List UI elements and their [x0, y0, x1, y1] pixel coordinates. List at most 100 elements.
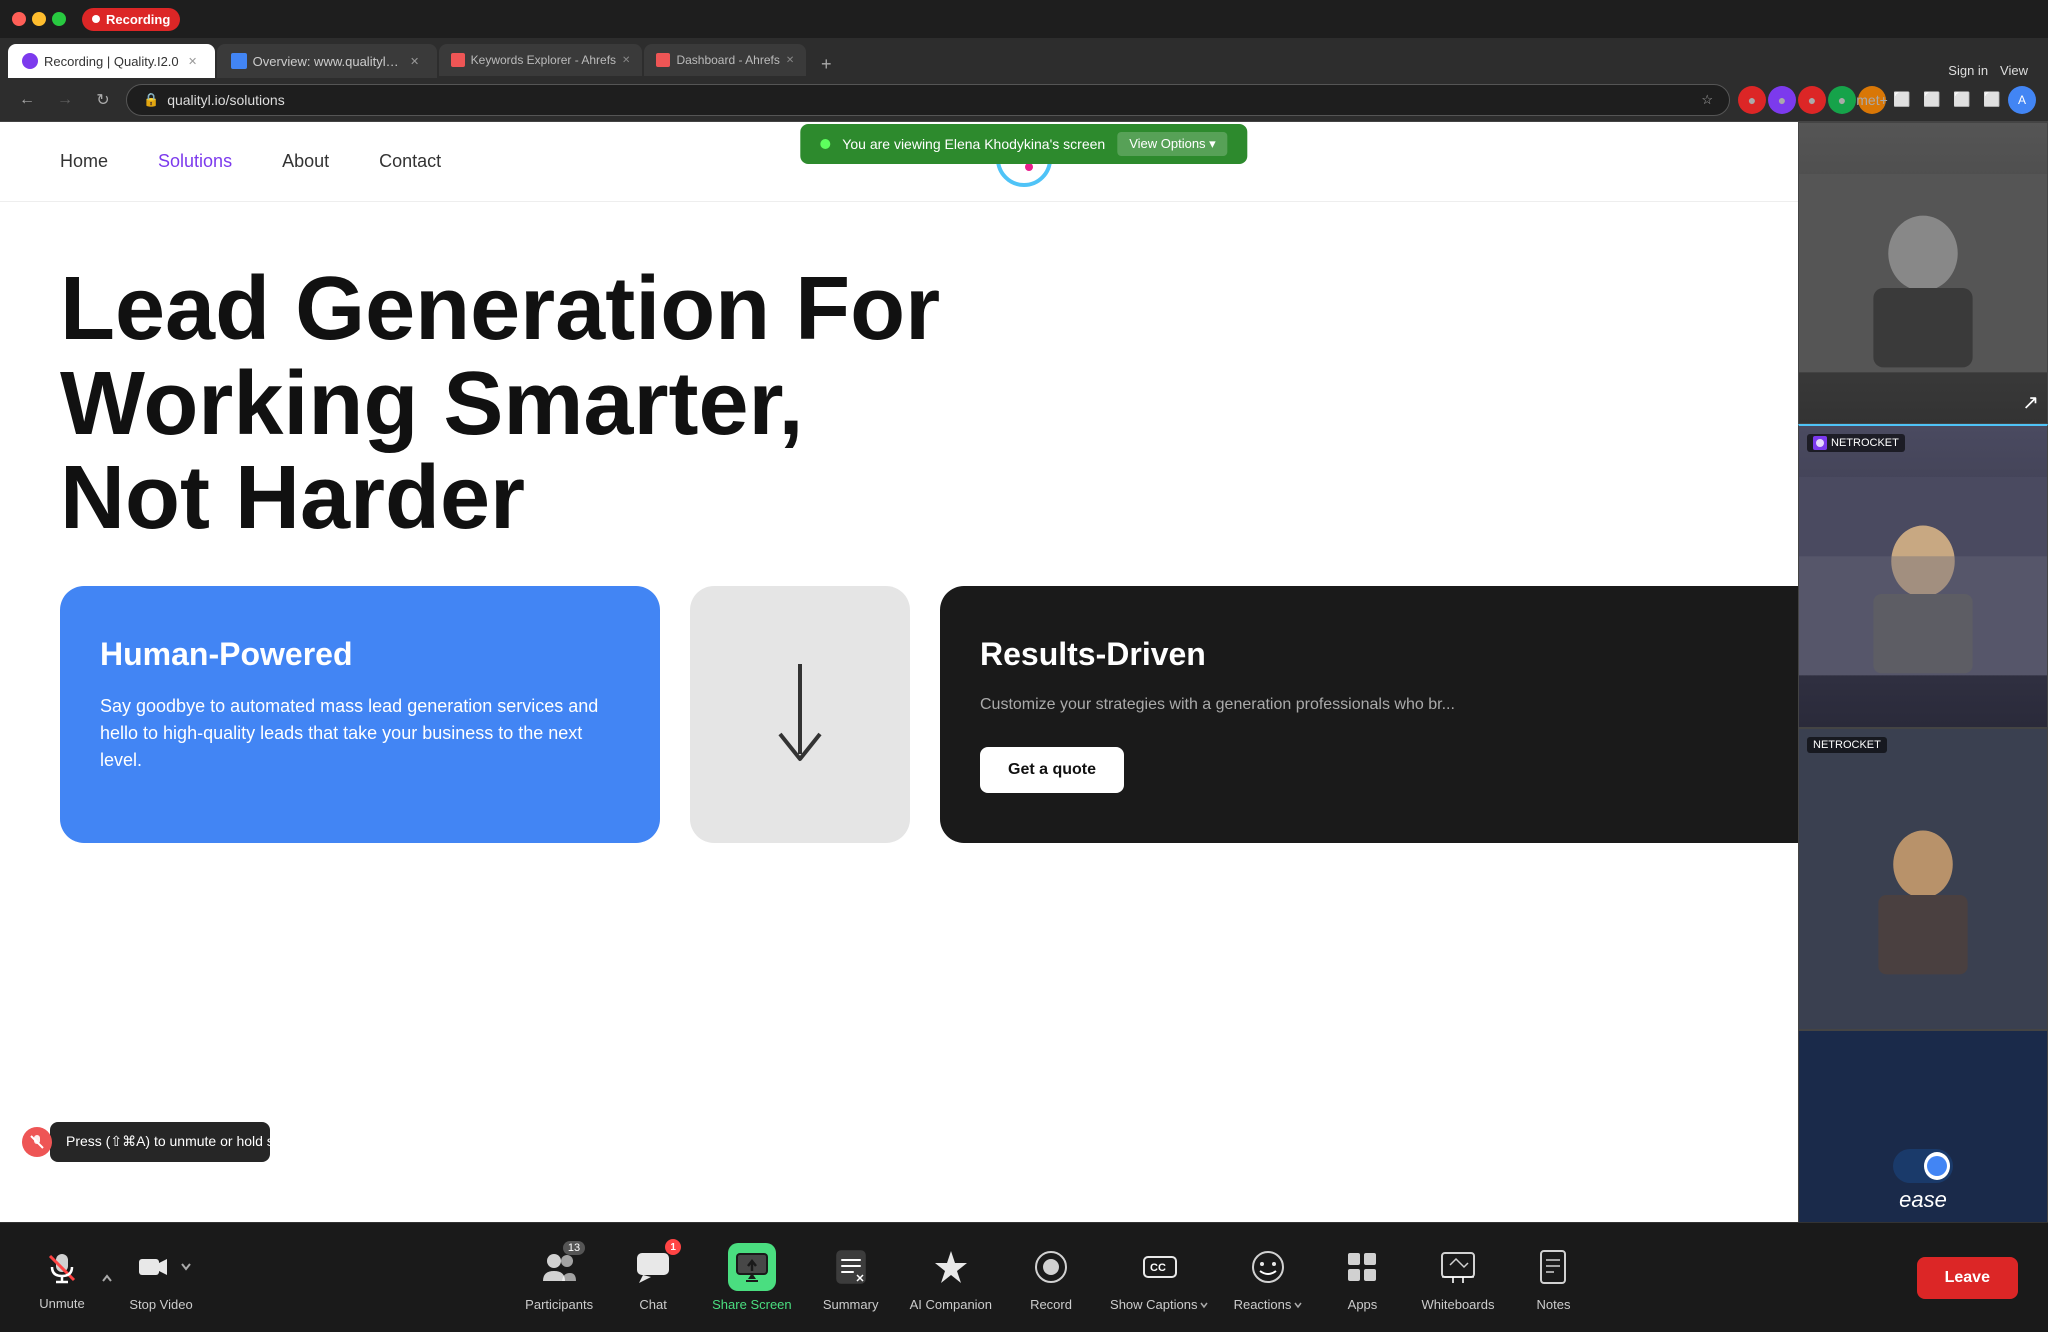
banner-dot — [820, 139, 830, 149]
browser-right-icons: ● ● ● ● met+ ⬜ ⬜ ⬜ ⬜ A — [1738, 86, 2036, 114]
ext-icon-2[interactable]: ● — [1768, 86, 1796, 114]
captions-label-group: Show Captions — [1110, 1297, 1209, 1312]
mic-slash-icon — [29, 1134, 45, 1150]
video-person-svg-2 — [1799, 426, 2047, 726]
nav-about[interactable]: About — [282, 151, 329, 172]
mute-tooltip-text: Press (⇧⌘A) to unmute or hold space bar … — [66, 1133, 471, 1149]
show-captions-button[interactable]: CC Show Captions — [1110, 1243, 1209, 1312]
minimize-window-button[interactable] — [32, 12, 46, 26]
summary-icon-area — [827, 1243, 875, 1291]
ext-icon-8[interactable]: ⬜ — [1948, 86, 1976, 114]
unmute-button[interactable]: Unmute — [30, 1240, 94, 1315]
netrocket-logo-svg-1 — [1815, 438, 1825, 448]
address-text: qualityl.io/solutions — [167, 92, 285, 108]
stop-video-label: Stop Video — [129, 1297, 192, 1312]
tab-close-1[interactable]: ✕ — [185, 53, 201, 69]
video-person-svg-3 — [1799, 729, 2047, 1029]
reactions-label: Reactions — [1234, 1297, 1292, 1312]
record-icon — [1031, 1247, 1071, 1287]
ai-companion-button[interactable]: AI Companion — [910, 1243, 992, 1312]
share-screen-button[interactable]: Share Screen — [712, 1243, 792, 1312]
bookmark-icon[interactable]: ☆ — [1701, 92, 1713, 108]
ext-icon-5[interactable]: met+ — [1858, 86, 1886, 114]
tab-extra-2[interactable]: Dashboard - Ahrefs ✕ — [644, 44, 806, 76]
whiteboards-icon-area — [1434, 1243, 1482, 1291]
stop-video-icon-area — [129, 1243, 177, 1291]
ease-label: ease — [1899, 1187, 1947, 1213]
tab-extra-favicon-2 — [656, 53, 670, 67]
ext-icon-9[interactable]: ⬜ — [1978, 86, 2006, 114]
tab-close-2[interactable]: ✕ — [407, 53, 423, 69]
address-input-container[interactable]: 🔒 qualityl.io/solutions ☆ — [126, 84, 1730, 116]
view-link[interactable]: View — [2000, 63, 2028, 78]
stop-video-button[interactable]: Stop Video — [126, 1243, 196, 1312]
summary-label: Summary — [823, 1297, 879, 1312]
maximize-window-button[interactable] — [52, 12, 66, 26]
share-screen-icon-area — [728, 1243, 776, 1291]
leave-button[interactable]: Leave — [1917, 1257, 2018, 1299]
stop-video-group — [129, 1243, 193, 1291]
video-panel: ↗ NETROCKET NETROCKET — [1798, 122, 2048, 1332]
tab-extra-1[interactable]: Keywords Explorer - Ahrefs ✕ — [439, 44, 643, 76]
chat-button[interactable]: 1 Chat — [618, 1243, 688, 1312]
ease-toggle — [1893, 1149, 1953, 1183]
tab-extra-favicon-1 — [451, 53, 465, 67]
address-bar: ← → ↻ 🔒 qualityl.io/solutions ☆ ● ● ● ● … — [0, 78, 2048, 122]
recording-badge: Recording — [82, 8, 180, 31]
tab-1[interactable]: Recording | Quality.I2.0 ✕ — [8, 44, 215, 78]
participants-icon-area: 13 — [535, 1243, 583, 1291]
get-quote-button[interactable]: Get a quote — [980, 747, 1124, 793]
captions-icon: CC — [1140, 1247, 1180, 1287]
tab-favicon-1 — [22, 53, 38, 69]
chat-icon-area: 1 — [629, 1243, 677, 1291]
video-tile-2: NETROCKET — [1798, 424, 2048, 727]
notes-button[interactable]: Notes — [1518, 1243, 1588, 1312]
whiteboard-icon — [1438, 1247, 1478, 1287]
unmute-section: Unmute — [30, 1240, 118, 1315]
back-button[interactable]: ← — [12, 85, 42, 115]
tab-extra-close-2[interactable]: ✕ — [786, 55, 794, 66]
nav-home[interactable]: Home — [60, 151, 108, 172]
sign-in-link[interactable]: Sign in — [1948, 63, 1988, 78]
netrocket-label-1: NETROCKET — [1831, 437, 1899, 449]
summary-button[interactable]: Summary — [816, 1243, 886, 1312]
tab-2[interactable]: Overview: www.qualityl.io/ - Al... ✕ — [217, 44, 437, 78]
ext-icon-7[interactable]: ⬜ — [1918, 86, 1946, 114]
unmute-chevron[interactable] — [96, 1267, 118, 1289]
mute-tooltip: Press (⇧⌘A) to unmute or hold space bar … — [50, 1122, 270, 1162]
forward-button[interactable]: → — [50, 85, 80, 115]
reactions-button[interactable]: Reactions — [1233, 1243, 1303, 1312]
browser-chrome: Recording Recording | Quality.I2.0 ✕ Ove… — [0, 0, 2048, 122]
hero-title-line2: Working Smarter, — [60, 357, 1988, 452]
ext-icon-4[interactable]: ● — [1828, 86, 1856, 114]
record-button[interactable]: Record — [1016, 1243, 1086, 1312]
mic-off-icon — [44, 1250, 80, 1286]
close-window-button[interactable] — [12, 12, 26, 26]
refresh-button[interactable]: ↻ — [88, 85, 118, 115]
participants-button[interactable]: 13 Participants — [524, 1243, 594, 1312]
ai-companion-icon-area — [927, 1243, 975, 1291]
nav-contact[interactable]: Contact — [379, 151, 441, 172]
new-tab-button[interactable]: + — [812, 50, 840, 78]
netrocket-label-2: NETROCKET — [1813, 739, 1881, 751]
show-captions-label: Show Captions — [1110, 1297, 1197, 1312]
ext-icon-3[interactable]: ● — [1798, 86, 1826, 114]
toolbar-right: Leave — [1917, 1257, 2018, 1299]
participants-count: 13 — [563, 1241, 585, 1255]
ai-icon — [931, 1247, 971, 1287]
profile-icon[interactable]: A — [2008, 86, 2036, 114]
tab-extra-close-1[interactable]: ✕ — [622, 55, 630, 66]
chat-label: Chat — [639, 1297, 666, 1312]
ext-icon-1[interactable]: ● — [1738, 86, 1766, 114]
show-captions-icon-area: CC — [1136, 1243, 1184, 1291]
ext-icon-6[interactable]: ⬜ — [1888, 86, 1916, 114]
nav-solutions[interactable]: Solutions — [158, 151, 232, 172]
reactions-chevron — [1293, 1300, 1303, 1310]
captions-chevron — [1199, 1300, 1209, 1310]
whiteboards-button[interactable]: Whiteboards — [1421, 1243, 1494, 1312]
participants-label: Participants — [525, 1297, 593, 1312]
apps-button[interactable]: Apps — [1327, 1243, 1397, 1312]
apps-icon-area — [1338, 1243, 1386, 1291]
view-options-button[interactable]: View Options ▾ — [1117, 132, 1228, 156]
ai-companion-label: AI Companion — [910, 1297, 992, 1312]
